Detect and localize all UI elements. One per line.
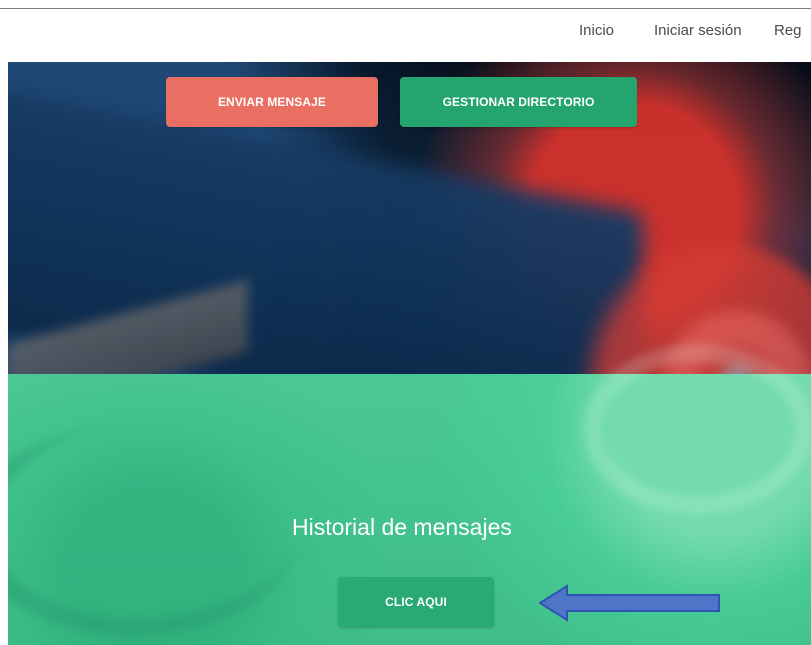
hero-section: ENVIAR MENSAJE GESTIONAR DIRECTORIO Hist… (8, 62, 811, 645)
history-title: Historial de mensajes (292, 514, 512, 540)
manage-directory-button[interactable]: GESTIONAR DIRECTORIO (400, 77, 637, 127)
top-divider (0, 8, 811, 9)
top-navigation: Inicio Iniciar sesión Reg (0, 12, 811, 44)
green-shadow-shape-left (8, 426, 298, 636)
left-arrow-icon (538, 584, 720, 622)
nav-link-home[interactable]: Inicio (579, 22, 614, 39)
page: Inicio Iniciar sesión Reg ENVIAR MENSAJE… (0, 0, 811, 645)
green-shadow-shape-right (583, 344, 811, 514)
send-message-button[interactable]: ENVIAR MENSAJE (166, 77, 378, 127)
click-here-button[interactable]: CLIC AQUI (338, 577, 494, 627)
nav-link-register[interactable]: Reg (774, 22, 802, 39)
nav-link-login[interactable]: Iniciar sesión (654, 22, 742, 39)
